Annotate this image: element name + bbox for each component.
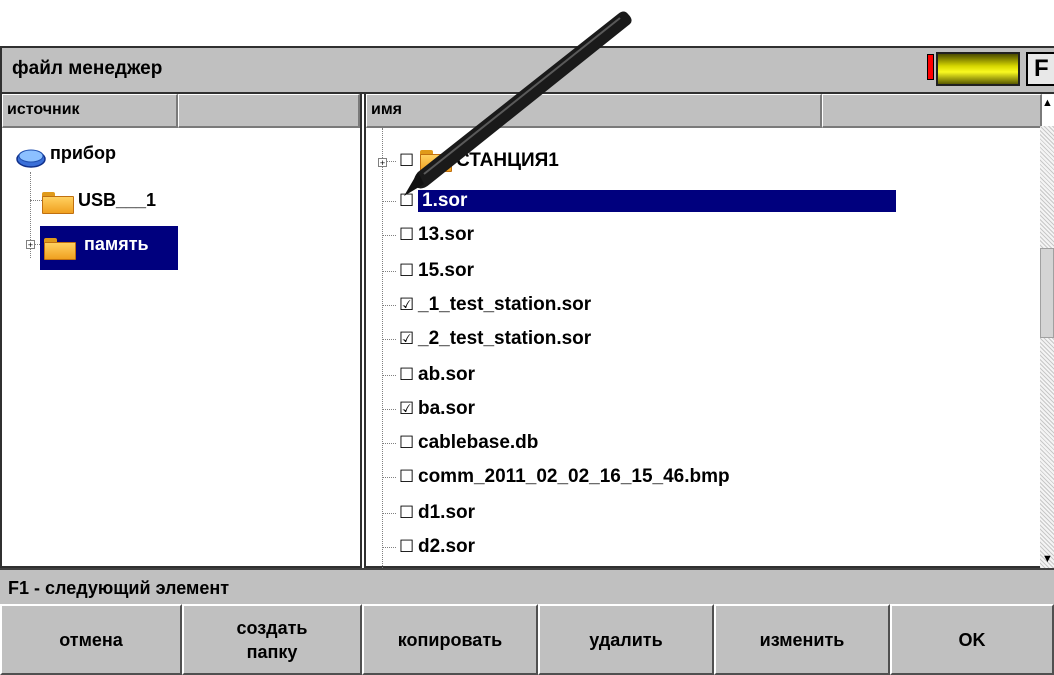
cancel-button[interactable]: отмена <box>0 604 182 675</box>
ok-button[interactable]: OK <box>890 604 1054 675</box>
status-text: F1 - следующий элемент <box>8 578 230 598</box>
create-folder-button[interactable]: создать папку <box>182 604 362 675</box>
status-bar: F1 - следующий элемент <box>0 568 1054 604</box>
delete-button[interactable]: удалить <box>538 604 714 675</box>
copy-button[interactable]: копировать <box>362 604 538 675</box>
rename-button[interactable]: изменить <box>714 604 890 675</box>
